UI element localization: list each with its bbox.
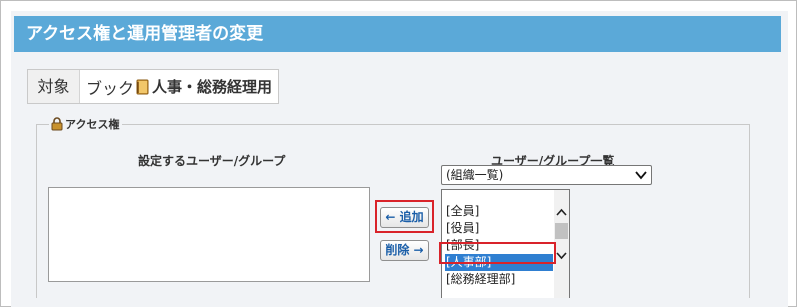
- target-app: ブック: [86, 78, 135, 98]
- target-value: ブック 人事・総務経理用: [80, 70, 278, 103]
- target-label: 対象: [28, 70, 80, 103]
- target-row: 対象 ブック 人事・総務経理用: [27, 69, 280, 104]
- access-legend: アクセス権: [49, 116, 123, 132]
- lock-icon: [51, 117, 63, 131]
- organization-select-value: (組織一覧): [446, 168, 504, 182]
- selected-item-highlight: [439, 242, 556, 264]
- chevron-down-icon: [634, 168, 648, 182]
- organization-select[interactable]: (組織一覧): [441, 165, 652, 185]
- list-item[interactable]: [全員]: [445, 203, 553, 220]
- add-button[interactable]: ← 追加: [380, 207, 429, 228]
- selected-users-list[interactable]: [48, 187, 370, 282]
- dialog-frame: アクセス権と運用管理者の変更 対象 ブック 人事・総務経理用 アクセス権 設定す…: [0, 0, 797, 307]
- list-item[interactable]: [総務経理部]: [445, 271, 553, 288]
- book-icon: [136, 79, 150, 95]
- left-column-title: 設定するユーザー/グループ: [138, 154, 286, 168]
- delete-button[interactable]: 削除 →: [380, 240, 429, 261]
- scroll-thumb[interactable]: [555, 223, 568, 239]
- page-title: アクセス権と運用管理者の変更: [14, 16, 781, 52]
- access-legend-label: アクセス権: [65, 118, 120, 131]
- chevron-up-icon[interactable]: [556, 202, 567, 216]
- chevron-down-icon[interactable]: [556, 246, 567, 260]
- list-scrollbar[interactable]: [554, 190, 569, 298]
- target-name: 人事・総務経理用: [152, 78, 273, 96]
- list-item[interactable]: [役員]: [445, 220, 553, 237]
